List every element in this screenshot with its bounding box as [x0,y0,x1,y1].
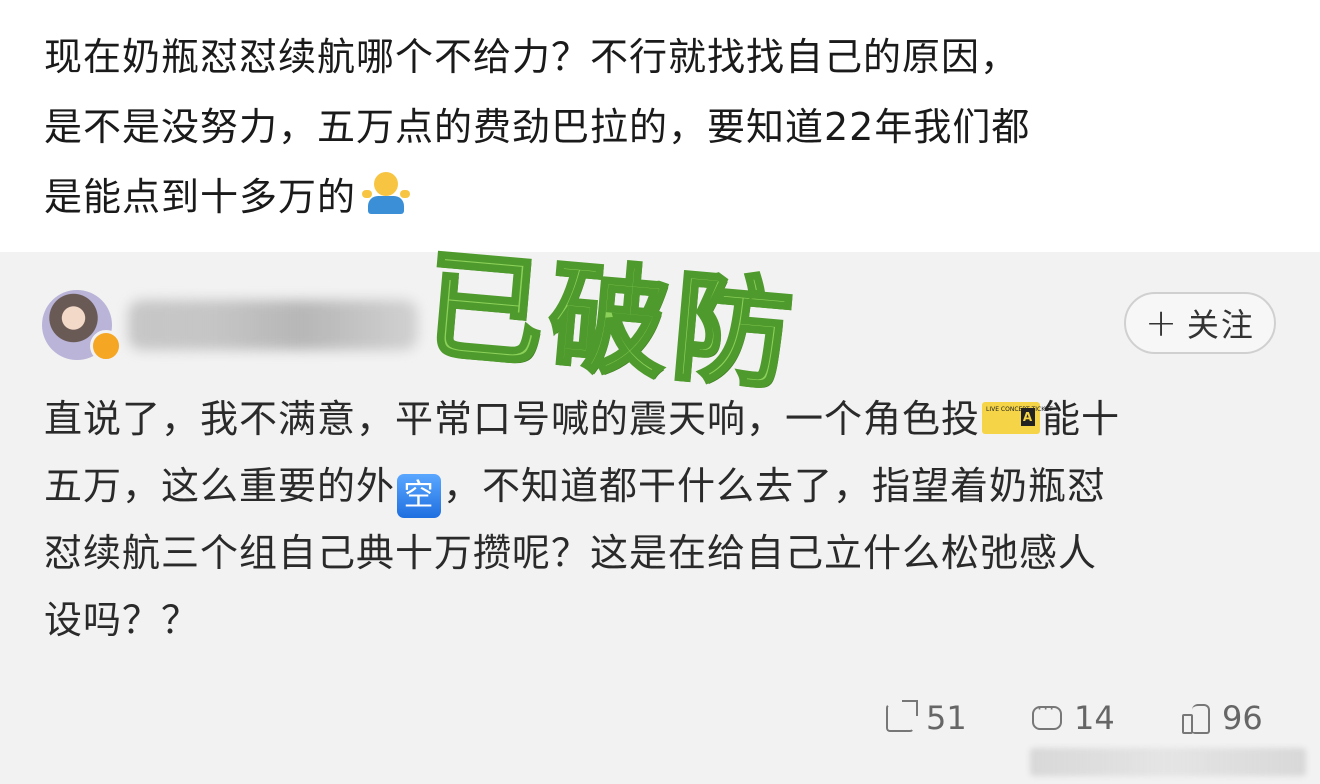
like-action[interactable]: 96 [1182,696,1263,740]
comment-count: 14 [1074,699,1115,737]
post-line-2: 是不是没努力，五万点的费劲巴拉的，要知道22年我们都 [44,105,1031,149]
repost-line-1-a: 直说了，我不满意，平常口号喊的震天响，一个角色投 [44,397,981,441]
ticket-zone: A [1021,408,1036,426]
repost-line-1-b: 能十 [1042,397,1121,441]
original-post-text: 现在奶瓶怼怼续航哪个不给力？不行就找找自己的原因， 是不是没努力，五万点的费劲巴… [44,22,1284,232]
person-shrugging-icon [362,172,411,216]
repost-text: 直说了，我不满意，平常口号喊的震天响，一个角色投 LIVE CONCERT TIC… [44,386,1284,654]
follow-button[interactable]: + 关注 [1124,292,1276,354]
ticket-caption: LIVE CONCERT TICKET [986,406,1053,413]
comment-action[interactable]: 14 [1032,696,1115,740]
repost-line-3: 怼续航三个组自己典十万攒呢？这是在给自己立什么松弛感人 [44,531,1098,575]
share-action[interactable]: 51 [886,696,967,740]
stamp-text: 已破防 [418,234,805,408]
like-count: 96 [1222,699,1263,737]
follow-button-label: 关注 [1186,306,1255,344]
share-count: 51 [926,699,967,737]
watermark-blurred [1030,748,1306,776]
original-post: 现在奶瓶怼怼续航哪个不给力？不行就找找自己的原因， 是不是没努力，五万点的费劲巴… [0,0,1320,252]
share-icon [886,700,918,732]
repost-line-2-a: 五万，这么重要的外 [44,464,396,508]
thumbs-up-icon [1182,704,1210,734]
plus-icon: + [1145,301,1179,345]
post-line-3-text: 是能点到十多万的 [44,175,357,219]
stamp-overlay: 已破防 [418,209,833,423]
username-blurred[interactable] [128,300,418,350]
repost-line-4: 设吗？？ [44,598,201,642]
post-line-1: 现在奶瓶怼怼续航哪个不给力？不行就找找自己的原因， [44,35,1020,79]
repost-line-2-b: ，不知道都干什么去了，指望着奶瓶怼 [443,464,1107,508]
kong-emoji-icon: 空 [397,474,442,518]
repost-line-2: 五万，这么重要的外空，不知道都干什么去了，指望着奶瓶怼 [44,453,1284,520]
post-line-3: 是能点到十多万的 [44,162,1284,232]
concert-ticket-icon: LIVE CONCERT TICKET A [982,402,1053,434]
verified-badge-icon [90,330,122,362]
comment-icon [1032,699,1062,730]
